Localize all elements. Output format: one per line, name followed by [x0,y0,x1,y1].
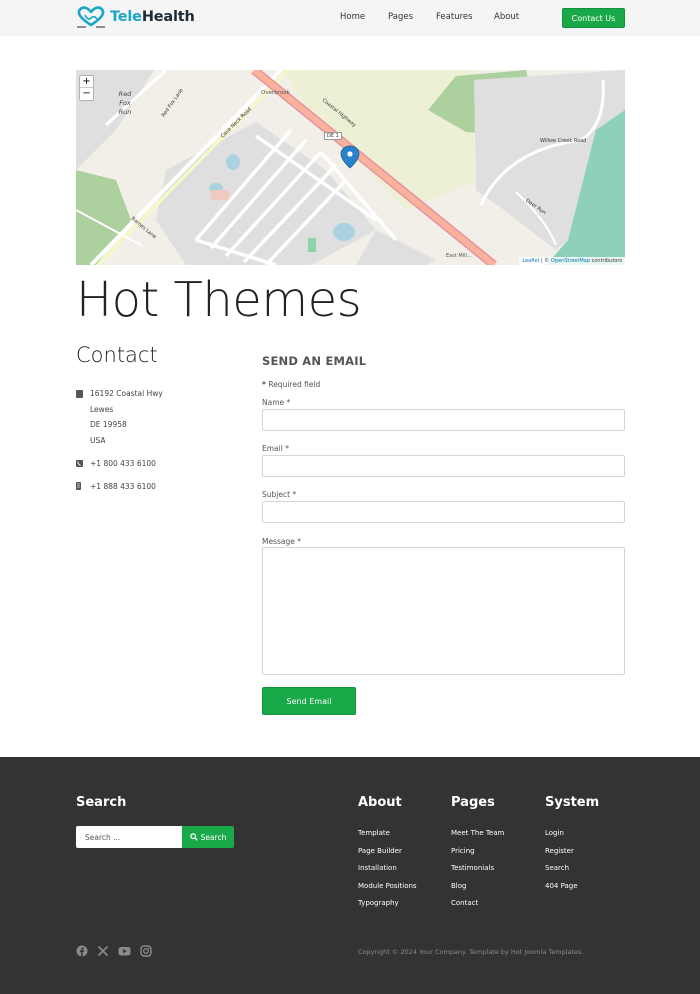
search-icon [189,833,198,841]
footer-search-heading: Search [76,795,127,810]
footer-link-meet-the-team[interactable]: Meet The Team [451,829,504,837]
facebook-icon[interactable] [76,945,88,957]
footer-link-page-builder[interactable]: Page Builder [358,847,402,855]
required-note-text: Required field [265,380,321,389]
map-label-red-fox-run: Red Fox Run [118,90,132,116]
footer-link-404-page[interactable]: 404 Page [545,882,578,890]
page-title: Hot Themes [76,272,362,328]
footer-link-register[interactable]: Register [545,847,574,855]
address-line-zip: DE 19958 [90,420,127,429]
logo-text-health: Health [141,9,195,25]
footer-link-login[interactable]: Login [545,829,564,837]
send-email-button[interactable]: Send Email [262,687,356,715]
footer-link-pricing[interactable]: Pricing [451,847,475,855]
logo-text: TeleHealth [110,9,195,25]
map-attribution: Leaflet | © OpenStreetMap contributors [519,257,625,265]
address-card-icon [76,390,83,398]
contact-heading: Contact [76,343,158,367]
map-label-willow-creek: Willow Creek Road [540,138,587,144]
map-label-east-mill: East Mill... [446,253,472,259]
footer-search-button-label: Search [200,832,227,842]
map-zoom-out-button[interactable]: − [80,88,93,100]
osm-link[interactable]: OpenStreetMap [551,258,590,264]
map-tiles [76,70,625,265]
footer-link-blog[interactable]: Blog [451,882,466,890]
phone-number[interactable]: +1 800 433 6100 [90,459,156,468]
youtube-icon[interactable] [118,945,131,957]
email-input[interactable] [262,455,625,477]
phone-icon [76,460,83,467]
attribution-separator: | © [539,258,551,264]
heart-stethoscope-logo-icon [77,6,105,28]
contact-us-button[interactable]: Contact Us [562,8,625,28]
map-zoom-control: + − [79,75,94,101]
footer-system-heading: System [545,795,600,810]
nav-about[interactable]: About [494,12,519,22]
site-logo[interactable]: TeleHealth [76,6,195,28]
email-label: Email * [262,444,289,453]
x-icon[interactable] [97,945,109,957]
footer-pages-heading: Pages [451,795,495,810]
copyright-text: Copyright © 2024 Your Company. Template … [358,948,584,956]
mobile-icon [76,482,81,490]
nav-pages[interactable]: Pages [388,12,413,22]
message-label: Message * [262,537,302,546]
map-label-de1: DE 1 [324,132,342,140]
logo-text-tele: Tele [110,9,142,25]
address-line-city: Lewes [90,405,114,414]
footer-search-input[interactable]: Search ... [76,826,182,848]
send-email-heading: SEND AN EMAIL [262,354,367,368]
footer-link-module-positions[interactable]: Module Positions [358,882,417,890]
required-field-note: * Required field [262,380,320,389]
site-footer: Search Search ... Search About Template … [0,757,700,994]
attribution-contrib: contributors [590,258,622,264]
instagram-icon[interactable] [140,945,152,957]
name-input[interactable] [262,409,625,431]
name-label: Name * [262,398,291,407]
nav-features[interactable]: Features [436,12,473,22]
address-line-street: 16192 Coastal Hwy [90,389,163,398]
subject-label: Subject * [262,490,297,499]
nav-home[interactable]: Home [340,12,365,22]
leaflet-link[interactable]: Leaflet [522,258,539,264]
map-zoom-in-button[interactable]: + [80,76,93,88]
subject-input[interactable] [262,501,625,523]
footer-link-template[interactable]: Template [358,829,390,837]
site-header: TeleHealth Home Pages Features About Con… [0,0,700,36]
map-label-overbrook: Overbrook [261,90,290,96]
footer-about-heading: About [358,795,402,810]
footer-link-installation[interactable]: Installation [358,864,397,872]
footer-link-testimonials[interactable]: Testimonials [451,864,494,872]
location-map[interactable]: Red Fox Run Overbrook DE 1 Coastal Highw… [76,70,625,265]
mobile-number[interactable]: +1 888 433 6100 [90,482,156,491]
footer-link-search[interactable]: Search [545,864,569,872]
footer-link-contact[interactable]: Contact [451,899,478,907]
footer-search-button[interactable]: Search [182,826,234,848]
message-textarea[interactable] [262,547,625,675]
address-line-country: USA [90,436,106,445]
footer-link-typography[interactable]: Typography [358,899,399,907]
